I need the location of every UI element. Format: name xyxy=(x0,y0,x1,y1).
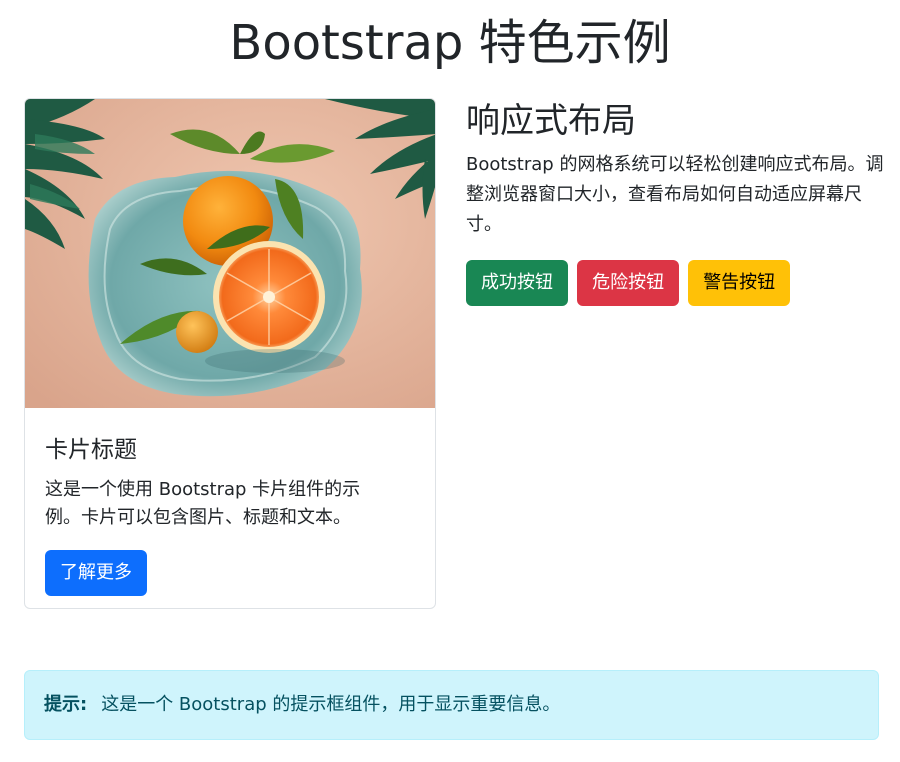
section-text: Bootstrap 的网格系统可以轻松创建响应式布局。调整浏览器窗口大小，查看布… xyxy=(466,154,884,235)
responsive-section: 响应式布局 Bootstrap 的网格系统可以轻松创建响应式布局。调整浏览器窗口… xyxy=(466,98,886,306)
card-text: 这是一个使用 Bootstrap 卡片组件的示例。卡片可以包含图片、标题和文本。 xyxy=(45,479,361,528)
learn-more-button[interactable]: 了解更多 xyxy=(45,550,147,596)
alert-text: 这是一个 Bootstrap 的提示框组件，用于显示重要信息。 xyxy=(101,694,561,715)
page-title: Bootstrap 特色示例 xyxy=(229,15,671,71)
card-image xyxy=(25,99,435,408)
card-body: 卡片标题 这是一个使用 Bootstrap 卡片组件的示例。卡片可以包含图片、标… xyxy=(25,408,435,596)
button-row: 成功按钮 危险按钮 警告按钮 xyxy=(466,260,886,306)
danger-button[interactable]: 危险按钮 xyxy=(577,260,680,306)
info-alert: 提示: 这是一个 Bootstrap 的提示框组件，用于显示重要信息。 xyxy=(24,670,879,740)
section-title: 响应式布局 xyxy=(466,101,636,141)
alert-label: 提示: xyxy=(44,694,88,715)
card-title: 卡片标题 xyxy=(45,437,137,463)
warning-button[interactable]: 警告按钮 xyxy=(688,260,791,306)
success-button[interactable]: 成功按钮 xyxy=(466,260,568,306)
feature-card: 卡片标题 这是一个使用 Bootstrap 卡片组件的示例。卡片可以包含图片、标… xyxy=(24,98,436,609)
